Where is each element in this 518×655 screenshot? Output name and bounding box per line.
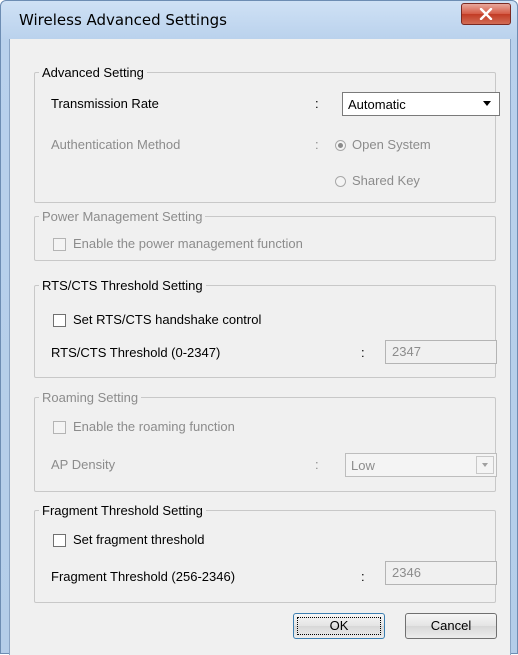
fragment-threshold-colon: :	[361, 569, 365, 584]
power-management-enable-label: Enable the power management function	[73, 236, 303, 251]
dialog-client-area: Advanced Setting Transmission Rate : Aut…	[9, 39, 511, 655]
ap-density-label: AP Density	[51, 457, 116, 472]
auth-method-label: Authentication Method	[51, 137, 181, 152]
close-x-icon	[479, 8, 493, 20]
fragment-threshold-legend: Fragment Threshold Setting	[42, 503, 203, 518]
title-bar: Wireless Advanced Settings	[1, 1, 518, 39]
transmission-rate-select[interactable]: Automatic	[342, 92, 500, 116]
rts-cts-threshold-label: RTS/CTS Threshold (0-2347)	[51, 345, 221, 360]
auth-open-system-radio[interactable]	[335, 140, 346, 151]
transmission-rate-label: Transmission Rate	[51, 96, 159, 111]
advanced-setting-group: Advanced Setting	[34, 65, 496, 203]
ok-button[interactable]: OK	[293, 613, 385, 639]
rts-cts-handshake-checkbox[interactable]	[53, 314, 66, 327]
power-management-group: Power Management Setting	[34, 209, 496, 261]
roaming-checkbox[interactable]	[53, 421, 66, 434]
dialog-window: Wireless Advanced Settings Advanced Sett…	[0, 0, 518, 655]
ap-density-value: Low	[351, 458, 375, 473]
rts-cts-handshake-label: Set RTS/CTS handshake control	[73, 312, 262, 327]
fragment-threshold-input[interactable]: 2346	[385, 561, 497, 585]
rts-cts-threshold-colon: :	[361, 345, 365, 360]
rts-cts-threshold-input[interactable]: 2347	[385, 340, 497, 364]
chevron-down-icon[interactable]	[479, 95, 497, 113]
transmission-rate-value: Automatic	[348, 97, 406, 112]
transmission-rate-colon: :	[315, 96, 319, 111]
auth-method-colon: :	[315, 137, 319, 152]
ok-button-label: OK	[329, 618, 349, 633]
advanced-setting-legend: Advanced Setting	[42, 65, 144, 80]
chevron-down-icon[interactable]	[476, 456, 494, 474]
power-management-legend: Power Management Setting	[42, 209, 203, 224]
window-title: Wireless Advanced Settings	[19, 11, 227, 29]
fragment-threshold-checkbox[interactable]	[53, 534, 66, 547]
roaming-legend: Roaming Setting	[42, 390, 139, 405]
auth-shared-key-radio[interactable]	[335, 176, 346, 187]
ap-density-colon: :	[315, 457, 319, 472]
fragment-threshold-label: Fragment Threshold (256-2346)	[51, 569, 236, 584]
rts-cts-legend: RTS/CTS Threshold Setting	[42, 278, 203, 293]
ap-density-select[interactable]: Low	[345, 453, 497, 477]
close-button[interactable]	[461, 3, 511, 25]
auth-shared-key-label: Shared Key	[352, 173, 420, 188]
fragment-threshold-group: Fragment Threshold Setting	[34, 503, 496, 603]
fragment-threshold-set-label: Set fragment threshold	[73, 532, 205, 547]
auth-open-system-label: Open System	[352, 137, 431, 152]
roaming-enable-label: Enable the roaming function	[73, 419, 235, 434]
power-management-checkbox[interactable]	[53, 238, 66, 251]
cancel-button[interactable]: Cancel	[405, 613, 497, 639]
cancel-button-label: Cancel	[430, 618, 472, 633]
